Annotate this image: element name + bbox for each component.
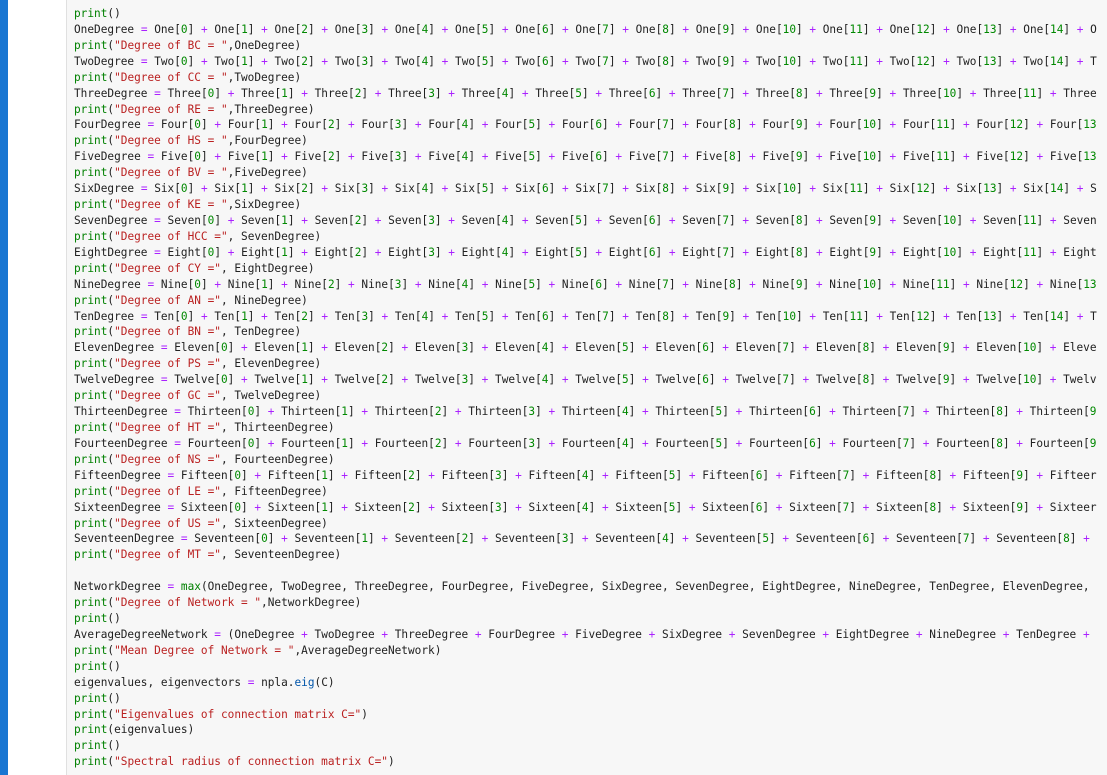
code-cell-editor[interactable]: print() OneDegree = One[0] + One[1] + One… [66, 0, 1107, 775]
code-line[interactable]: print() [74, 738, 1097, 754]
code-line[interactable]: print("Degree of HT =", ThirteenDegree) [74, 420, 1097, 436]
code-line[interactable]: TwelveDegree = Twelve[0] + Twelve[1] + T… [74, 372, 1097, 388]
code-line[interactable]: eigenvalues, eigenvectors = npla.eig(C) [74, 675, 1097, 691]
code-line[interactable]: print("Spectral radius of connection mat… [74, 754, 1097, 770]
code-line[interactable]: print() [74, 659, 1097, 675]
notebook-page: print() OneDegree = One[0] + One[1] + One… [0, 0, 1107, 775]
code-line[interactable]: ThreeDegree = Three[0] + Three[1] + Thre… [74, 86, 1097, 102]
code-line[interactable]: OneDegree = One[0] + One[1] + One[2] + O… [74, 22, 1097, 38]
code-line[interactable]: print("Degree of BV = ",FiveDegree) [74, 165, 1097, 181]
code-line[interactable]: print("Degree of BC = ",OneDegree) [74, 38, 1097, 54]
code-line[interactable]: SevenDegree = Seven[0] + Seven[1] + Seve… [74, 213, 1097, 229]
code-line[interactable]: print("Degree of Network = ",NetworkDegr… [74, 595, 1097, 611]
cell-prompt-gutter [8, 0, 66, 775]
code-line[interactable]: print("Degree of MT =", SeventeenDegree) [74, 547, 1097, 563]
code-line[interactable]: print("Degree of HS = ",FourDegree) [74, 133, 1097, 149]
code-line[interactable]: print() [74, 611, 1097, 627]
code-line[interactable]: FourDegree = Four[0] + Four[1] + Four[2]… [74, 117, 1097, 133]
code-line[interactable]: print("Degree of LE =", FifteenDegree) [74, 484, 1097, 500]
code-line[interactable]: print("Degree of RE = ",ThreeDegree) [74, 102, 1097, 118]
code-line[interactable]: AverageDegreeNetwork = (OneDegree + TwoD… [74, 627, 1097, 643]
code-line[interactable]: print() [74, 691, 1097, 707]
code-line[interactable]: NineDegree = Nine[0] + Nine[1] + Nine[2]… [74, 277, 1097, 293]
code-line[interactable]: print("Degree of AN =", NineDegree) [74, 293, 1097, 309]
code-line[interactable]: print("Degree of BN =", TenDegree) [74, 324, 1097, 340]
code-line[interactable]: print("Degree of NS =", FourteenDegree) [74, 452, 1097, 468]
code-line[interactable]: FourteenDegree = Fourteen[0] + Fourteen[… [74, 436, 1097, 452]
code-line[interactable]: print("Eigenvalues of connection matrix … [74, 707, 1097, 723]
code-line[interactable]: print("Degree of US =", SixteenDegree) [74, 516, 1097, 532]
code-line[interactable]: print("Mean Degree of Network = ",Averag… [74, 643, 1097, 659]
code-line[interactable]: print("Degree of KE = ",SixDegree) [74, 197, 1097, 213]
code-line[interactable]: SeventeenDegree = Seventeen[0] + Sevente… [74, 531, 1097, 547]
code-line[interactable]: NetworkDegree = max(OneDegree, TwoDegree… [74, 579, 1097, 595]
code-line[interactable]: print(eigenvalues) [74, 722, 1097, 738]
code-line[interactable]: print() [74, 6, 1097, 22]
code-line[interactable]: print("Degree of GC =", TwelveDegree) [74, 388, 1097, 404]
code-line[interactable]: FifteenDegree = Fifteen[0] + Fifteen[1] … [74, 468, 1097, 484]
code-line[interactable]: TwoDegree = Two[0] + Two[1] + Two[2] + T… [74, 54, 1097, 70]
code-line[interactable]: ThirteenDegree = Thirteen[0] + Thirteen[… [74, 404, 1097, 420]
code-line[interactable]: print("Degree of CC = ",TwoDegree) [74, 70, 1097, 86]
code-line[interactable]: SixDegree = Six[0] + Six[1] + Six[2] + S… [74, 181, 1097, 197]
code-block[interactable]: print() OneDegree = One[0] + One[1] + One… [74, 6, 1097, 770]
code-line[interactable]: ElevenDegree = Eleven[0] + Eleven[1] + E… [74, 340, 1097, 356]
code-line[interactable]: print("Degree of HCC =", SevenDegree) [74, 229, 1097, 245]
code-line[interactable]: print("Degree of PS =", ElevenDegree) [74, 356, 1097, 372]
code-line[interactable] [74, 563, 1097, 579]
code-line[interactable]: EightDegree = Eight[0] + Eight[1] + Eigh… [74, 245, 1097, 261]
code-line[interactable]: print("Degree of CY =", EightDegree) [74, 261, 1097, 277]
code-line[interactable]: TenDegree = Ten[0] + Ten[1] + Ten[2] + T… [74, 309, 1097, 325]
selected-cell-indicator[interactable] [0, 0, 8, 775]
code-line[interactable]: FiveDegree = Five[0] + Five[1] + Five[2]… [74, 149, 1097, 165]
code-line[interactable]: SixteenDegree = Sixteen[0] + Sixteen[1] … [74, 500, 1097, 516]
